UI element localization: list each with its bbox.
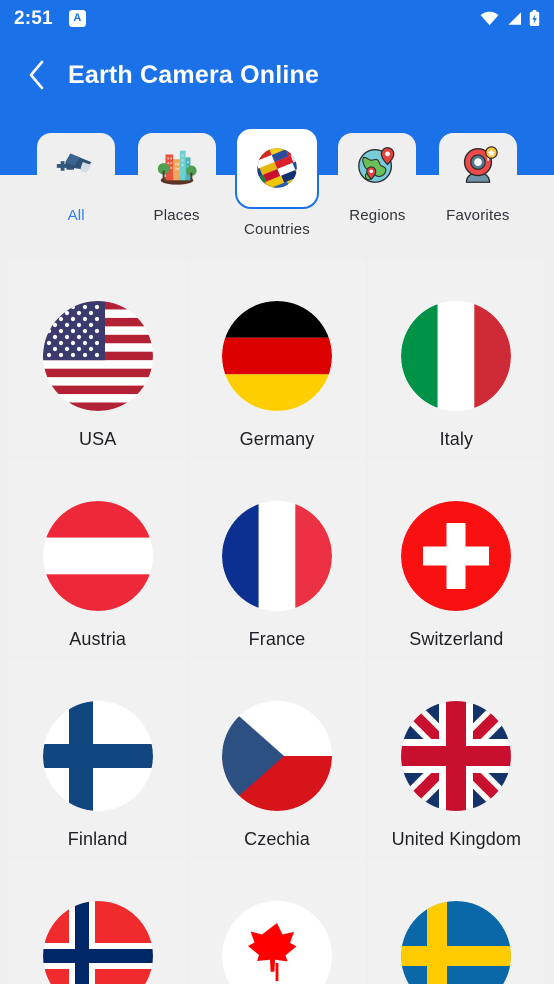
alarm-badge-icon: A bbox=[68, 9, 86, 27]
status-time: 2:51 bbox=[14, 7, 53, 29]
tab-places-card[interactable] bbox=[137, 133, 216, 197]
country-card[interactable]: Sweden bbox=[367, 859, 545, 984]
tab-countries-label: Countries bbox=[244, 221, 311, 238]
country-name: Finland bbox=[67, 829, 128, 849]
country-name: Germany bbox=[239, 429, 315, 449]
country-grid: USA Germany Italy Austria France Switzer… bbox=[0, 258, 554, 984]
tab-regions[interactable]: Regions bbox=[327, 133, 427, 224]
webcam-star-icon bbox=[463, 146, 498, 183]
flag-it-icon bbox=[401, 301, 512, 411]
country-card[interactable]: Austria bbox=[9, 459, 187, 657]
tab-all-card[interactable] bbox=[37, 133, 116, 197]
flag-fr-icon bbox=[221, 501, 332, 611]
tab-places-label: Places bbox=[153, 207, 200, 224]
app-bar: Earth Camera Online bbox=[0, 44, 554, 106]
country-card[interactable]: United Kingdom bbox=[367, 659, 545, 857]
tab-regions-label: Regions bbox=[349, 207, 406, 224]
country-name: Czechia bbox=[244, 829, 310, 849]
flag-fi-icon bbox=[42, 701, 153, 811]
flag-gb-icon bbox=[401, 701, 512, 811]
country-name: Italy bbox=[439, 429, 474, 449]
chevron-left-icon bbox=[29, 60, 43, 90]
flags-globe-icon bbox=[255, 146, 299, 190]
page-title: Earth Camera Online bbox=[68, 60, 320, 89]
country-card[interactable]: Italy bbox=[367, 259, 545, 457]
category-tab-bar: All Places Countries Regions Favorites bbox=[0, 127, 554, 255]
country-card[interactable]: Canada bbox=[188, 859, 366, 984]
status-icons bbox=[480, 9, 540, 27]
flag-se-icon bbox=[401, 901, 512, 984]
flag-us-icon bbox=[42, 301, 153, 411]
flag-no-icon bbox=[42, 901, 153, 984]
country-name: Austria bbox=[69, 629, 127, 649]
battery-charging-icon bbox=[529, 9, 540, 26]
security-camera-icon bbox=[57, 153, 92, 173]
tab-places[interactable]: Places bbox=[126, 133, 226, 224]
tab-favorites-card[interactable] bbox=[438, 133, 517, 197]
country-card[interactable]: Czechia bbox=[188, 659, 366, 857]
flag-cz-icon bbox=[221, 701, 332, 811]
tab-regions-card[interactable] bbox=[338, 133, 417, 197]
country-name: USA bbox=[79, 429, 117, 449]
tab-countries-card[interactable] bbox=[235, 127, 320, 209]
app-screen: 2:51 A Earth Camera Online All Places Co… bbox=[0, 0, 554, 984]
flag-de-icon bbox=[221, 301, 332, 411]
tab-favorites[interactable]: Favorites bbox=[428, 133, 528, 224]
country-card[interactable]: Norway bbox=[9, 859, 187, 984]
flag-ca-icon bbox=[221, 901, 332, 984]
earth-pin-icon bbox=[358, 147, 395, 183]
cellular-signal-icon bbox=[508, 11, 521, 25]
country-card[interactable]: Germany bbox=[188, 259, 366, 457]
country-card[interactable]: Switzerland bbox=[367, 459, 545, 657]
country-card[interactable]: France bbox=[188, 459, 366, 657]
flag-at-icon bbox=[42, 501, 153, 611]
country-name: United Kingdom bbox=[391, 829, 522, 849]
tab-favorites-label: Favorites bbox=[446, 207, 510, 224]
status-bar: 2:51 A bbox=[0, 0, 554, 36]
tab-all[interactable]: All bbox=[26, 133, 126, 224]
country-name: Switzerland bbox=[409, 629, 504, 649]
country-name: France bbox=[248, 629, 306, 649]
back-button[interactable] bbox=[8, 47, 64, 103]
country-card[interactable]: Finland bbox=[9, 659, 187, 857]
tab-countries[interactable]: Countries bbox=[227, 127, 327, 238]
city-buildings-icon bbox=[157, 150, 197, 185]
flag-ch-icon bbox=[401, 501, 512, 611]
wifi-icon bbox=[480, 11, 499, 25]
tab-all-label: All bbox=[67, 207, 85, 224]
country-card[interactable]: USA bbox=[9, 259, 187, 457]
